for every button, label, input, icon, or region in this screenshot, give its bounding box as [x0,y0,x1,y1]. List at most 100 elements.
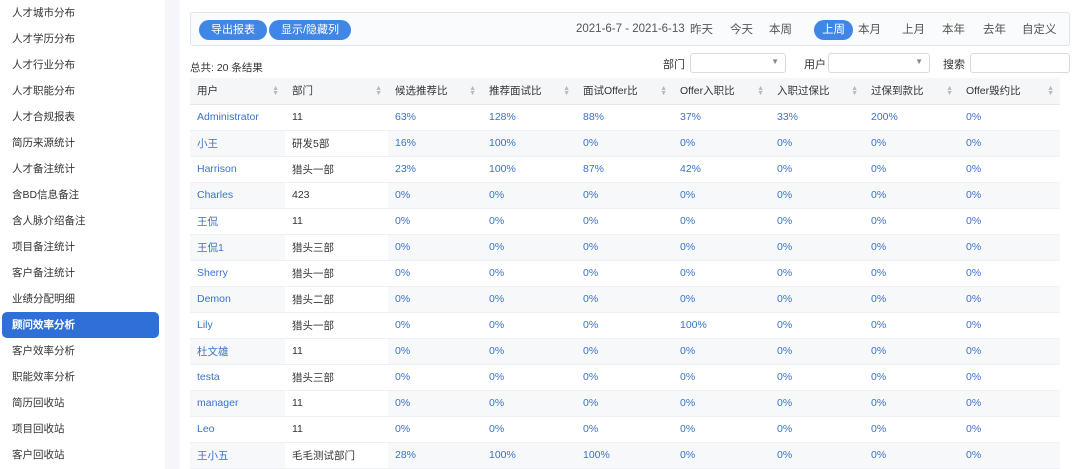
user-select[interactable]: ▼ [828,53,930,73]
sidebar-item[interactable]: 项目备注统计 [0,234,165,260]
user-link[interactable]: 王小五 [190,442,285,469]
column-header[interactable]: 面试Offer比 ▲ ▼ [576,78,673,105]
sidebar-item[interactable]: 简历来源统计 [0,130,165,156]
sidebar-item[interactable]: 客户备注统计 [0,260,165,286]
column-header[interactable]: 候选推荐比 ▲ ▼ [388,78,482,105]
ratio-cell: 0% [388,260,482,287]
sidebar-item[interactable]: 人才合规报表 [0,104,165,130]
column-header[interactable]: Offer入职比 ▲ ▼ [673,78,770,105]
ratio-cell: 0% [482,234,576,261]
column-header-label: Offer毁约比 [966,85,1021,98]
column-header-label: 部门 [292,85,313,98]
sort-icon[interactable]: ▲ ▼ [946,85,953,97]
sort-icon[interactable]: ▲ ▼ [1047,85,1054,97]
user-link[interactable]: 王侃 [190,208,285,235]
period-option[interactable]: 上周 [814,20,853,40]
sidebar-item[interactable]: 客户回收站 [0,442,165,468]
period-option[interactable]: 自定义 [1022,20,1057,40]
sidebar-item[interactable]: 客户效率分析 [0,338,165,364]
period-option[interactable]: 去年 [983,20,1006,40]
sidebar-item[interactable]: 含人脉介绍备注 [0,208,165,234]
ratio-cell: 0% [388,416,482,443]
sidebar-item[interactable]: 人才职能分布 [0,78,165,104]
column-header[interactable]: 入职过保比 ▲ ▼ [770,78,864,105]
user-filter-label: 用户 [804,59,826,71]
sort-icon[interactable]: ▲ ▼ [660,85,667,97]
ratio-cell: 0% [770,182,864,209]
sidebar: 人才城市分布 人才学历分布 人才行业分布 人才职能分布 人才合规报表 简历来源统计 人才备注… [0,0,165,469]
sort-icon[interactable]: ▲ ▼ [469,85,476,97]
user-link[interactable]: Leo [190,416,285,443]
ratio-cell: 200% [864,104,959,131]
sidebar-item[interactable]: 顾问效率分析 [2,312,159,338]
column-header[interactable]: 过保到款比 ▲ ▼ [864,78,959,105]
user-link[interactable]: Administrator [190,104,285,131]
column-header[interactable]: 部门 ▲ ▼ [285,78,388,105]
period-option[interactable]: 本周 [769,20,792,40]
period-option[interactable]: 昨天 [690,20,713,40]
sidebar-item[interactable]: 人才学历分布 [0,26,165,52]
ratio-cell: 0% [864,156,959,183]
user-link[interactable]: 王侃1 [190,234,285,261]
ratio-cell: 128% [482,104,576,131]
user-link[interactable]: Charles [190,182,285,209]
toggle-columns-button[interactable]: 显示/隐藏列 [269,20,352,40]
department-select[interactable]: ▼ [690,53,786,73]
ratio-cell: 0% [770,312,864,339]
department-cell: 猎头一部 [285,312,388,339]
user-link[interactable]: manager [190,390,285,417]
period-option[interactable]: 本月 [858,20,881,40]
sidebar-item[interactable]: 业绩分配明细 [0,286,165,312]
user-link[interactable]: testa [190,364,285,391]
period-option[interactable]: 上月 [902,20,925,40]
column-header[interactable]: 推荐面试比 ▲ ▼ [482,78,576,105]
search-input[interactable] [970,53,1070,73]
user-link[interactable]: Demon [190,286,285,313]
user-link[interactable]: Sherry [190,260,285,287]
user-link[interactable]: 杜文雄 [190,338,285,365]
ratio-cell: 0% [673,442,770,469]
export-report-button[interactable]: 导出报表 [199,20,267,40]
period-option[interactable]: 本年 [942,20,965,40]
column-header[interactable]: Offer毁约比 ▲ ▼ [959,78,1060,105]
ratio-cell: 0% [576,208,673,235]
main-panel: 导出报表 显示/隐藏列 2021-6-7 - 2021-6-13 昨天 今天 本周 上… [180,0,1080,469]
ratio-cell: 0% [770,156,864,183]
ratio-cell: 0% [673,182,770,209]
ratio-cell: 87% [576,156,673,183]
ratio-cell: 0% [673,364,770,391]
department-cell: 423 [285,182,388,209]
ratio-cell: 0% [959,234,1060,261]
ratio-cell: 100% [576,442,673,469]
ratio-cell: 0% [770,390,864,417]
table-row: 杜文雄 11 0% 0% 0% 0% 0% 0% 0% [190,338,1060,365]
total-results: 总共: 20 条结果 [190,62,263,74]
sidebar-item[interactable]: 人才备注统计 [0,156,165,182]
ratio-cell: 0% [576,390,673,417]
ratio-cell: 0% [959,208,1060,235]
sort-icon[interactable]: ▲ ▼ [757,85,764,97]
sidebar-item[interactable]: 人才城市分布 [0,0,165,26]
sidebar-item[interactable]: 人才行业分布 [0,52,165,78]
user-link[interactable]: Harrison [190,156,285,183]
user-link[interactable]: Lily [190,312,285,339]
period-option[interactable]: 今天 [730,20,753,40]
ratio-cell: 0% [959,104,1060,131]
sort-icon[interactable]: ▲ ▼ [375,85,382,97]
ratio-cell: 0% [673,260,770,287]
sort-icon[interactable]: ▲ ▼ [851,85,858,97]
sidebar-item[interactable]: 含BD信息备注 [0,182,165,208]
sidebar-item[interactable]: 项目回收站 [0,416,165,442]
ratio-cell: 0% [482,364,576,391]
ratio-cell: 0% [959,390,1060,417]
date-range-display[interactable]: 2021-6-7 - 2021-6-13 [576,13,685,45]
sort-icon[interactable]: ▲ ▼ [563,85,570,97]
ratio-cell: 0% [864,286,959,313]
department-cell: 猎头二部 [285,286,388,313]
column-header[interactable]: 用户 ▲ ▼ [190,78,285,105]
sidebar-item[interactable]: 简历回收站 [0,390,165,416]
ratio-cell: 0% [959,312,1060,339]
sidebar-item[interactable]: 职能效率分析 [0,364,165,390]
sort-icon[interactable]: ▲ ▼ [272,85,279,97]
user-link[interactable]: 小王 [190,130,285,157]
